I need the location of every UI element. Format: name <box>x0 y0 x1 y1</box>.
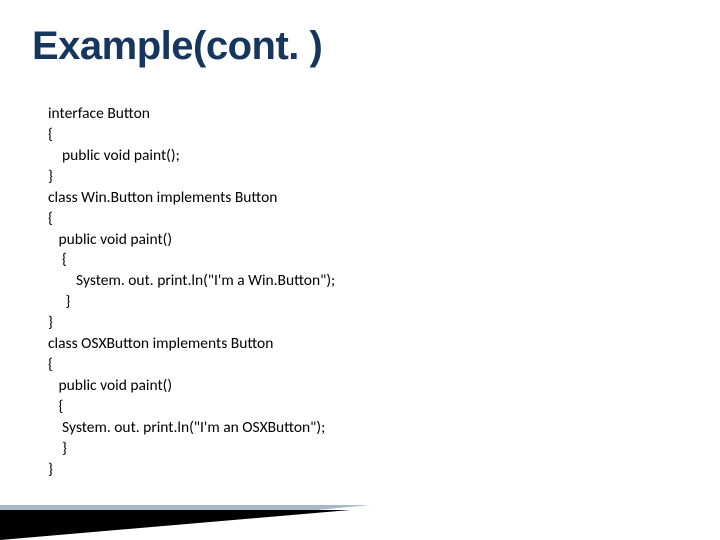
slide: Example(cont. ) interface Button { publi… <box>0 0 720 540</box>
code-line: public void paint() <box>48 230 172 249</box>
code-line: { <box>48 355 53 374</box>
code-line: { <box>48 397 63 416</box>
code-line: interface Button <box>48 104 150 123</box>
code-line: } <box>48 439 67 458</box>
slide-title: Example(cont. ) <box>32 24 322 69</box>
code-line: public void paint(); <box>48 146 180 165</box>
code-line: System. out. print.ln("I'm a Win.Button"… <box>48 271 335 290</box>
code-line: } <box>48 167 53 186</box>
code-line: class Win.Button implements Button <box>48 188 277 207</box>
code-line: } <box>48 292 70 311</box>
code-line: class OSXButton implements Button <box>48 334 273 353</box>
code-line: } <box>48 313 53 332</box>
code-line: } <box>48 460 53 479</box>
code-line: System. out. print.ln("I'm an OSXButton"… <box>48 418 325 437</box>
code-block: interface Button { public void paint(); … <box>48 104 335 481</box>
code-line: { <box>48 209 53 228</box>
code-line: public void paint() <box>48 376 172 395</box>
code-line: { <box>48 125 53 144</box>
code-line: { <box>48 250 67 269</box>
